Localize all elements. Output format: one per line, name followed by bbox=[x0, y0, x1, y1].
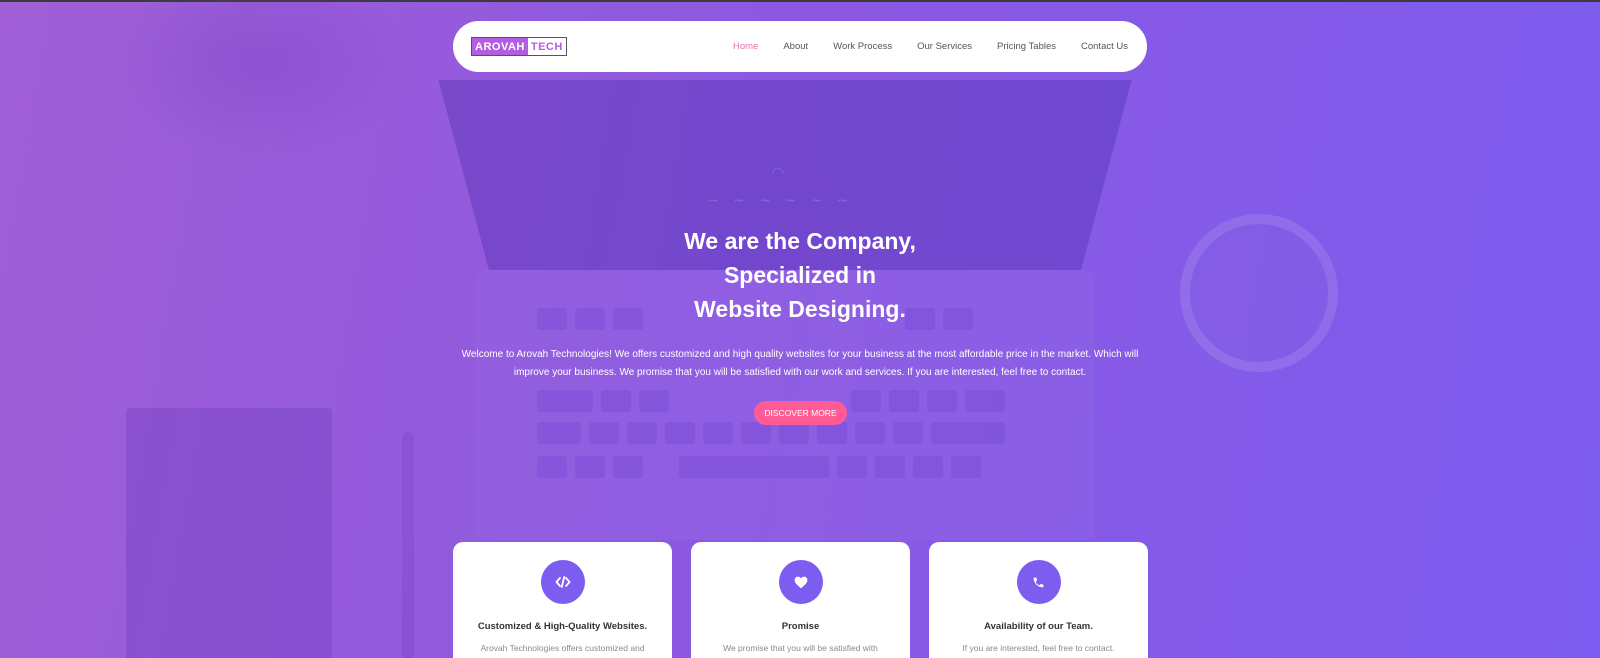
nav-menu: Home About Work Process Our Services Pri… bbox=[733, 41, 1128, 52]
hero-heading-line1-bold: Company, bbox=[806, 228, 916, 254]
phone-icon bbox=[1016, 560, 1061, 604]
laptop-screen-art: ◠ ~~~~~~ bbox=[707, 165, 863, 209]
feature-card-title: Promise bbox=[781, 621, 820, 632]
heart-icon bbox=[778, 560, 823, 604]
hero-heading: We are the Company, Specialized in Websi… bbox=[0, 224, 1600, 326]
nav-link-our-services[interactable]: Our Services bbox=[917, 41, 972, 52]
feature-card: Customized & High-Quality Websites. Arov… bbox=[453, 542, 672, 658]
feature-card: Promise We promise that you will be sati… bbox=[691, 542, 910, 658]
hero-heading-line1: We are the bbox=[684, 228, 807, 254]
code-icon bbox=[540, 560, 585, 604]
logo-text-primary: AROVAH bbox=[472, 38, 528, 55]
hero-heading-line2: Specialized in bbox=[723, 262, 877, 288]
feature-cards: Customized & High-Quality Websites. Arov… bbox=[453, 542, 1148, 658]
feature-card-title: Availability of our Team. bbox=[984, 621, 1093, 632]
feature-card-text: If you are interested, feel free to cont… bbox=[962, 643, 1115, 653]
brand-logo[interactable]: AROVAH TECH bbox=[471, 37, 567, 56]
pen-decoration bbox=[402, 432, 414, 658]
hero-description: Welcome to Arovah Technologies! We offer… bbox=[461, 349, 1139, 378]
nav-link-about[interactable]: About bbox=[783, 41, 808, 52]
notebook-decoration bbox=[126, 408, 332, 658]
discover-more-button[interactable]: DISCOVER MORE bbox=[754, 401, 847, 425]
feature-card-title: Customized & High-Quality Websites. bbox=[477, 621, 648, 632]
nav-link-work-process[interactable]: Work Process bbox=[833, 41, 892, 52]
nav-link-home[interactable]: Home bbox=[733, 41, 758, 52]
nav-link-contact-us[interactable]: Contact Us bbox=[1081, 41, 1128, 52]
navbar: AROVAH TECH Home About Work Process Our … bbox=[453, 21, 1147, 72]
hero-heading-line3: Website Designing. bbox=[694, 296, 906, 322]
logo-text-secondary: TECH bbox=[527, 38, 566, 55]
feature-card-text: We promise that you will be satisfied wi… bbox=[723, 643, 878, 653]
feature-card: Availability of our Team. If you are int… bbox=[929, 542, 1148, 658]
feature-card-text: Arovah Technologies offers customized an… bbox=[480, 643, 645, 653]
plant-decoration bbox=[110, 0, 410, 162]
nav-link-pricing-tables[interactable]: Pricing Tables bbox=[997, 41, 1056, 52]
